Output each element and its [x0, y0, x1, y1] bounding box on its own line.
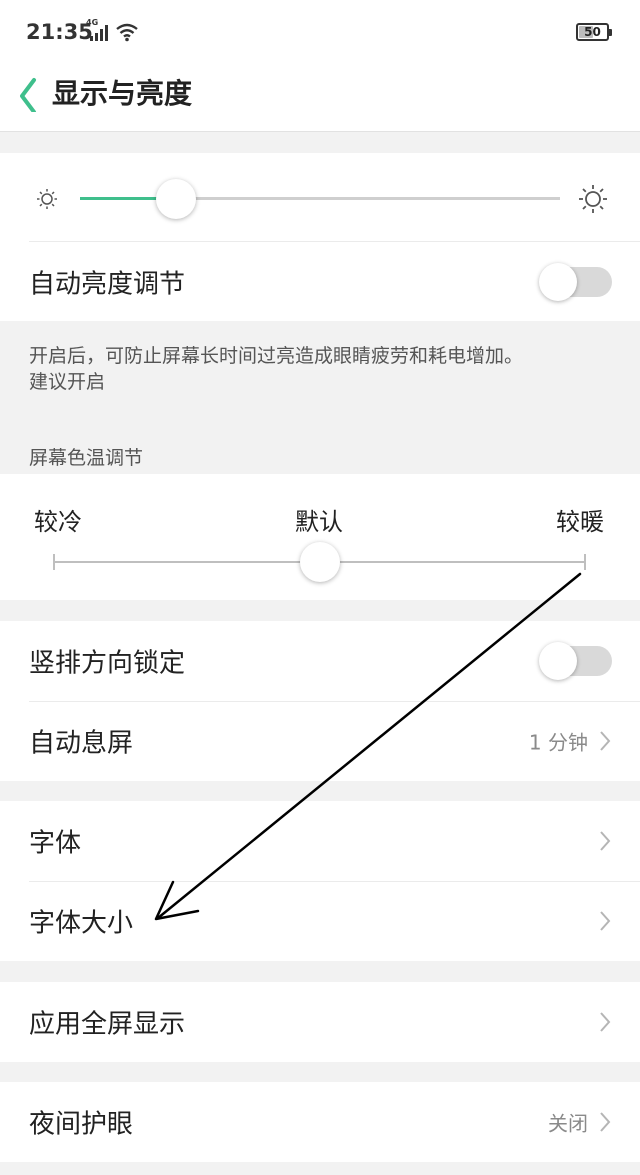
network-type: 4G: [86, 18, 99, 27]
back-arrow-icon[interactable]: [14, 72, 44, 114]
battery-icon: 50: [576, 23, 612, 41]
font-section: 字体 字体大小: [0, 801, 640, 961]
chevron-right-icon: [598, 830, 612, 852]
font-label: 字体: [29, 828, 82, 859]
status-time: 21:35: [26, 20, 93, 44]
night-mode-label: 夜间护眼: [29, 1109, 134, 1140]
color-temp-tick-end: [584, 554, 586, 570]
orientation-lock-row[interactable]: 竖排方向锁定: [0, 621, 640, 701]
brightness-low-icon: [36, 188, 58, 214]
auto-sleep-row[interactable]: 自动息屏 1 分钟: [0, 701, 640, 781]
wifi-icon: [115, 22, 139, 46]
brightness-section: 自动亮度调节: [0, 153, 640, 321]
font-row[interactable]: 字体: [0, 801, 640, 881]
status-bar: 21:35 4G 50: [0, 0, 640, 64]
chevron-right-icon: [598, 730, 612, 752]
auto-brightness-row[interactable]: 自动亮度调节: [0, 242, 640, 322]
chevron-right-icon: [598, 910, 612, 932]
auto-sleep-value: 1 分钟: [528, 730, 588, 755]
cellular-signal-icon: 4G: [86, 18, 110, 42]
fullscreen-section: 应用全屏显示: [0, 982, 640, 1062]
color-temp-warm-label: 较暖: [556, 508, 604, 536]
battery-percent: 50: [584, 25, 601, 39]
color-temp-default-label: 默认: [295, 508, 343, 536]
color-temp-title: 屏幕色温调节: [29, 447, 144, 469]
brightness-high-icon: [578, 184, 608, 218]
brightness-slider-thumb[interactable]: [156, 179, 196, 219]
auto-sleep-label: 自动息屏: [29, 728, 134, 759]
fullscreen-label: 应用全屏显示: [29, 1009, 186, 1040]
toggle-knob: [539, 642, 577, 680]
chevron-right-icon: [598, 1111, 612, 1133]
color-temp-slider-thumb[interactable]: [299, 542, 340, 582]
night-mode-row[interactable]: 夜间护眼 关闭: [0, 1082, 640, 1162]
orientation-lock-toggle[interactable]: [539, 642, 612, 680]
night-mode-section: 夜间护眼 关闭: [0, 1082, 640, 1162]
font-size-label: 字体大小: [29, 908, 134, 939]
toggle-knob: [539, 263, 577, 301]
note-line-2: 建议开启: [29, 371, 106, 393]
auto-brightness-note: 开启后，可防止屏幕长时间过亮造成眼睛疲劳和耗电增加。 建议开启: [29, 343, 609, 395]
note-line-1: 开启后，可防止屏幕长时间过亮造成眼睛疲劳和耗电增加。: [29, 345, 524, 367]
night-mode-value: 关闭: [548, 1111, 588, 1136]
auto-brightness-toggle[interactable]: [539, 263, 612, 301]
page-title: 显示与亮度: [52, 77, 193, 110]
screen-section: 竖排方向锁定 自动息屏 1 分钟: [0, 621, 640, 781]
header: 显示与亮度: [0, 64, 640, 132]
auto-brightness-label: 自动亮度调节: [29, 269, 186, 300]
chevron-right-icon: [598, 1011, 612, 1033]
font-size-row[interactable]: 字体大小: [0, 881, 640, 961]
fullscreen-row[interactable]: 应用全屏显示: [0, 982, 640, 1062]
color-temp-cool-label: 较冷: [34, 508, 82, 536]
orientation-lock-label: 竖排方向锁定: [29, 648, 186, 679]
